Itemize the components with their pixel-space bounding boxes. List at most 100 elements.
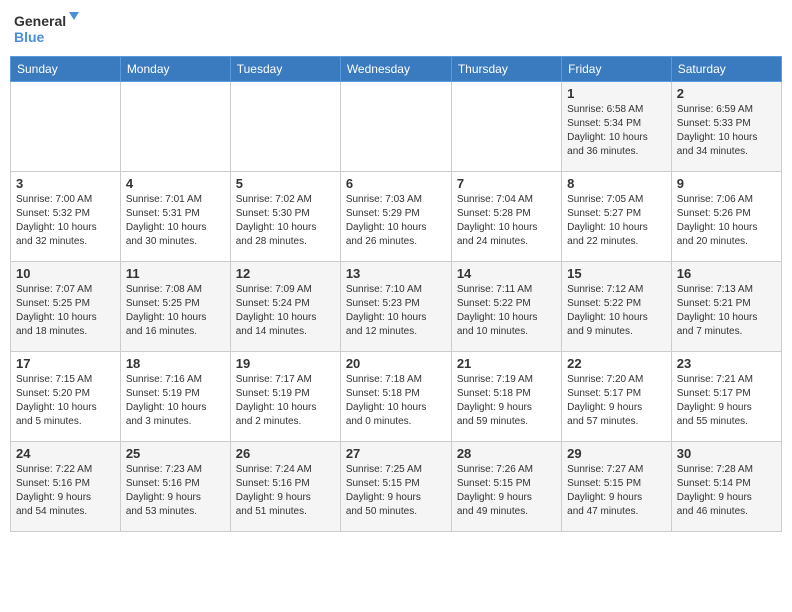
svg-text:Blue: Blue bbox=[14, 29, 45, 45]
day-number: 9 bbox=[677, 176, 776, 191]
day-number: 5 bbox=[236, 176, 335, 191]
day-info: Sunrise: 7:19 AMSunset: 5:18 PMDaylight:… bbox=[457, 373, 556, 429]
day-number: 3 bbox=[16, 176, 115, 191]
logo: GeneralBlue bbox=[14, 10, 84, 48]
calendar-cell: 15 Sunrise: 7:12 AMSunset: 5:22 PMDayligh… bbox=[562, 262, 672, 352]
day-info: Sunrise: 7:28 AMSunset: 5:14 PMDaylight:… bbox=[677, 463, 776, 519]
svg-text:General: General bbox=[14, 13, 66, 29]
day-info: Sunrise: 7:03 AMSunset: 5:29 PMDaylight:… bbox=[346, 193, 446, 249]
day-number: 16 bbox=[677, 266, 776, 281]
day-info: Sunrise: 7:06 AMSunset: 5:26 PMDaylight:… bbox=[677, 193, 776, 249]
week-row-4: 17 Sunrise: 7:15 AMSunset: 5:20 PMDayligh… bbox=[11, 352, 782, 442]
day-info: Sunrise: 7:11 AMSunset: 5:22 PMDaylight:… bbox=[457, 283, 556, 339]
day-info: Sunrise: 7:27 AMSunset: 5:15 PMDaylight:… bbox=[567, 463, 666, 519]
weekday-header-thursday: Thursday bbox=[451, 57, 561, 82]
weekday-header-saturday: Saturday bbox=[671, 57, 781, 82]
calendar-cell: 9 Sunrise: 7:06 AMSunset: 5:26 PMDaylight… bbox=[671, 172, 781, 262]
calendar-cell: 25Sunrise: 7:23 AMSunset: 5:16 PMDayligh… bbox=[120, 442, 230, 532]
calendar-cell: 10 Sunrise: 7:07 AMSunset: 5:25 PMDayligh… bbox=[11, 262, 121, 352]
calendar-cell: 30Sunrise: 7:28 AMSunset: 5:14 PMDayligh… bbox=[671, 442, 781, 532]
day-info: Sunrise: 7:12 AMSunset: 5:22 PMDaylight:… bbox=[567, 283, 666, 339]
day-number: 21 bbox=[457, 356, 556, 371]
calendar-cell: 27Sunrise: 7:25 AMSunset: 5:15 PMDayligh… bbox=[340, 442, 451, 532]
day-number: 10 bbox=[16, 266, 115, 281]
day-number: 19 bbox=[236, 356, 335, 371]
day-info: Sunrise: 7:05 AMSunset: 5:27 PMDaylight:… bbox=[567, 193, 666, 249]
calendar-cell: 5 Sunrise: 7:02 AMSunset: 5:30 PMDaylight… bbox=[230, 172, 340, 262]
day-number: 23 bbox=[677, 356, 776, 371]
day-number: 1 bbox=[567, 86, 666, 101]
calendar-cell: 17 Sunrise: 7:15 AMSunset: 5:20 PMDayligh… bbox=[11, 352, 121, 442]
day-info: Sunrise: 7:04 AMSunset: 5:28 PMDaylight:… bbox=[457, 193, 556, 249]
calendar-cell: 14 Sunrise: 7:11 AMSunset: 5:22 PMDayligh… bbox=[451, 262, 561, 352]
day-number: 24 bbox=[16, 446, 115, 461]
calendar-table: SundayMondayTuesdayWednesdayThursdayFrid… bbox=[10, 56, 782, 532]
day-info: Sunrise: 7:00 AMSunset: 5:32 PMDaylight:… bbox=[16, 193, 115, 249]
day-number: 15 bbox=[567, 266, 666, 281]
day-number: 18 bbox=[126, 356, 225, 371]
week-row-3: 10 Sunrise: 7:07 AMSunset: 5:25 PMDayligh… bbox=[11, 262, 782, 352]
day-number: 27 bbox=[346, 446, 446, 461]
week-row-2: 3 Sunrise: 7:00 AMSunset: 5:32 PMDaylight… bbox=[11, 172, 782, 262]
calendar-cell: 4 Sunrise: 7:01 AMSunset: 5:31 PMDaylight… bbox=[120, 172, 230, 262]
day-info: Sunrise: 7:26 AMSunset: 5:15 PMDaylight:… bbox=[457, 463, 556, 519]
calendar-cell: 20Sunrise: 7:18 AMSunset: 5:18 PMDayligh… bbox=[340, 352, 451, 442]
calendar-cell: 19 Sunrise: 7:17 AMSunset: 5:19 PMDayligh… bbox=[230, 352, 340, 442]
day-info: Sunrise: 7:08 AMSunset: 5:25 PMDaylight:… bbox=[126, 283, 225, 339]
day-number: 6 bbox=[346, 176, 446, 191]
day-number: 13 bbox=[346, 266, 446, 281]
calendar-cell: 1 Sunrise: 6:58 AMSunset: 5:34 PMDaylight… bbox=[562, 82, 672, 172]
day-info: Sunrise: 7:18 AMSunset: 5:18 PMDaylight:… bbox=[346, 373, 446, 429]
day-info: Sunrise: 7:17 AMSunset: 5:19 PMDaylight:… bbox=[236, 373, 335, 429]
logo-icon: GeneralBlue bbox=[14, 10, 84, 48]
day-number: 22 bbox=[567, 356, 666, 371]
day-info: Sunrise: 7:01 AMSunset: 5:31 PMDaylight:… bbox=[126, 193, 225, 249]
weekday-header-tuesday: Tuesday bbox=[230, 57, 340, 82]
page-header: GeneralBlue bbox=[10, 10, 782, 48]
day-number: 26 bbox=[236, 446, 335, 461]
weekday-header-wednesday: Wednesday bbox=[340, 57, 451, 82]
day-info: Sunrise: 6:58 AMSunset: 5:34 PMDaylight:… bbox=[567, 103, 666, 159]
day-number: 28 bbox=[457, 446, 556, 461]
week-row-1: 1 Sunrise: 6:58 AMSunset: 5:34 PMDaylight… bbox=[11, 82, 782, 172]
day-info: Sunrise: 7:15 AMSunset: 5:20 PMDaylight:… bbox=[16, 373, 115, 429]
day-info: Sunrise: 7:21 AMSunset: 5:17 PMDaylight:… bbox=[677, 373, 776, 429]
day-info: Sunrise: 7:20 AMSunset: 5:17 PMDaylight:… bbox=[567, 373, 666, 429]
calendar-cell bbox=[11, 82, 121, 172]
week-row-5: 24 Sunrise: 7:22 AMSunset: 5:16 PMDayligh… bbox=[11, 442, 782, 532]
day-info: Sunrise: 7:10 AMSunset: 5:23 PMDaylight:… bbox=[346, 283, 446, 339]
calendar-cell: 3 Sunrise: 7:00 AMSunset: 5:32 PMDaylight… bbox=[11, 172, 121, 262]
calendar-cell bbox=[230, 82, 340, 172]
day-info: Sunrise: 7:23 AMSunset: 5:16 PMDaylight:… bbox=[126, 463, 225, 519]
calendar-cell: 7 Sunrise: 7:04 AMSunset: 5:28 PMDaylight… bbox=[451, 172, 561, 262]
calendar-cell: 23 Sunrise: 7:21 AMSunset: 5:17 PMDayligh… bbox=[671, 352, 781, 442]
day-info: Sunrise: 6:59 AMSunset: 5:33 PMDaylight:… bbox=[677, 103, 776, 159]
calendar-cell: 8 Sunrise: 7:05 AMSunset: 5:27 PMDaylight… bbox=[562, 172, 672, 262]
calendar-cell: 24 Sunrise: 7:22 AMSunset: 5:16 PMDayligh… bbox=[11, 442, 121, 532]
day-number: 14 bbox=[457, 266, 556, 281]
calendar-cell: 11 Sunrise: 7:08 AMSunset: 5:25 PMDayligh… bbox=[120, 262, 230, 352]
day-info: Sunrise: 7:07 AMSunset: 5:25 PMDaylight:… bbox=[16, 283, 115, 339]
day-info: Sunrise: 7:13 AMSunset: 5:21 PMDaylight:… bbox=[677, 283, 776, 339]
calendar-cell: 21 Sunrise: 7:19 AMSunset: 5:18 PMDayligh… bbox=[451, 352, 561, 442]
day-number: 8 bbox=[567, 176, 666, 191]
day-number: 12 bbox=[236, 266, 335, 281]
weekday-header-monday: Monday bbox=[120, 57, 230, 82]
calendar-cell bbox=[340, 82, 451, 172]
day-number: 11 bbox=[126, 266, 225, 281]
calendar-cell bbox=[451, 82, 561, 172]
day-number: 4 bbox=[126, 176, 225, 191]
calendar-cell: 16 Sunrise: 7:13 AMSunset: 5:21 PMDayligh… bbox=[671, 262, 781, 352]
day-info: Sunrise: 7:02 AMSunset: 5:30 PMDaylight:… bbox=[236, 193, 335, 249]
day-number: 7 bbox=[457, 176, 556, 191]
weekday-header-row: SundayMondayTuesdayWednesdayThursdayFrid… bbox=[11, 57, 782, 82]
calendar-cell: 18Sunrise: 7:16 AMSunset: 5:19 PMDayligh… bbox=[120, 352, 230, 442]
day-number: 17 bbox=[16, 356, 115, 371]
calendar-cell: 26Sunrise: 7:24 AMSunset: 5:16 PMDayligh… bbox=[230, 442, 340, 532]
day-info: Sunrise: 7:09 AMSunset: 5:24 PMDaylight:… bbox=[236, 283, 335, 339]
calendar-cell: 22 Sunrise: 7:20 AMSunset: 5:17 PMDayligh… bbox=[562, 352, 672, 442]
day-info: Sunrise: 7:22 AMSunset: 5:16 PMDaylight:… bbox=[16, 463, 115, 519]
weekday-header-sunday: Sunday bbox=[11, 57, 121, 82]
calendar-cell: 12 Sunrise: 7:09 AMSunset: 5:24 PMDayligh… bbox=[230, 262, 340, 352]
day-number: 2 bbox=[677, 86, 776, 101]
